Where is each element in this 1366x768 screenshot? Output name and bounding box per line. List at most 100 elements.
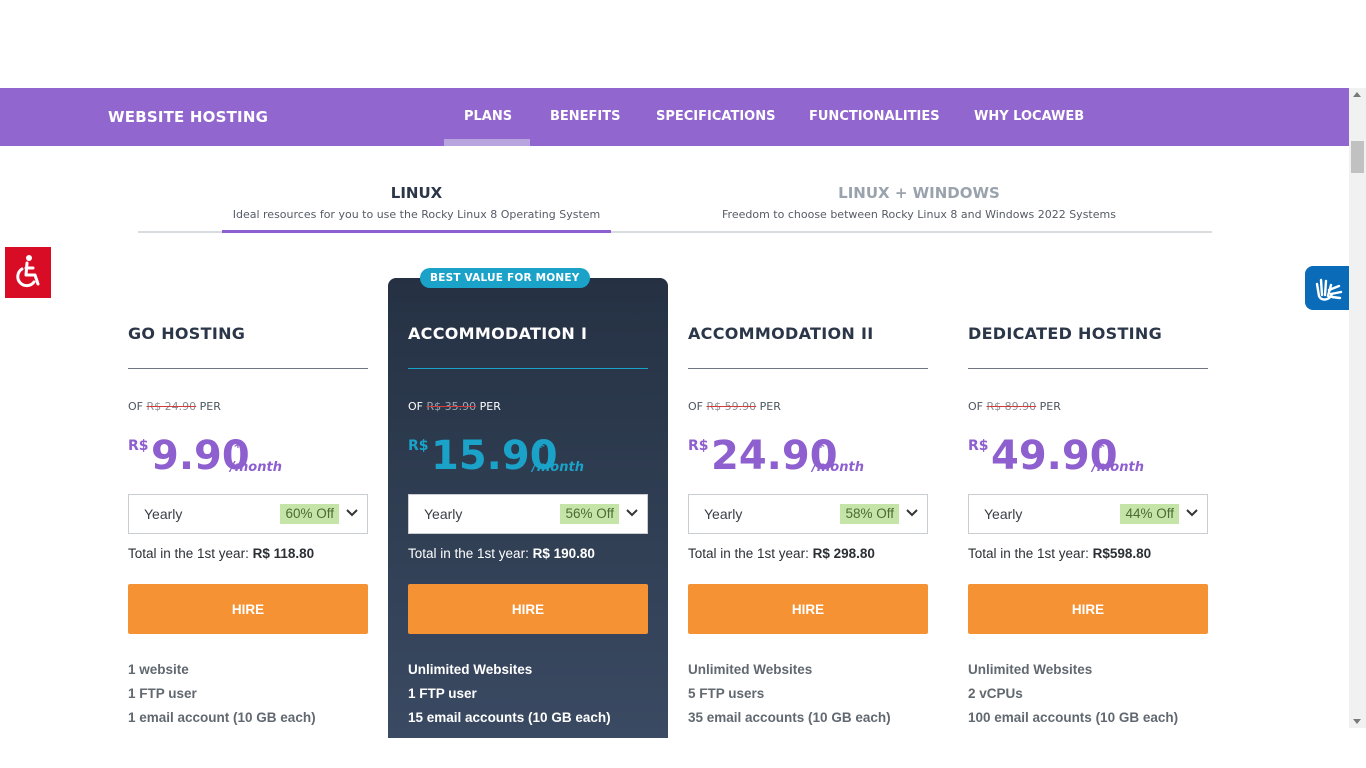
- original-price-prefix: OF: [408, 400, 423, 413]
- original-price: OF R$ 59.90 PER: [688, 400, 781, 413]
- feature-item: 100 email accounts (10 GB each): [968, 710, 1179, 725]
- feature-item: Unlimited Websites: [408, 662, 533, 677]
- price-asterisk: *: [1097, 438, 1105, 456]
- first-year-total-label: Total in the 1st year:: [408, 546, 529, 561]
- original-price: OF R$ 89.90 PER: [968, 400, 1061, 413]
- price-period: /month: [812, 460, 864, 475]
- original-price-prefix: OF: [128, 400, 143, 413]
- feature-list: Unlimited Websites 1 FTP user 15 email a…: [408, 658, 658, 730]
- original-price-suffix: PER: [479, 400, 501, 413]
- plan-divider: [688, 368, 928, 369]
- tab-active-indicator: [222, 230, 611, 233]
- first-year-total-value: R$ 118.80: [252, 546, 315, 561]
- nav-link-benefits[interactable]: BENEFITS: [550, 88, 621, 146]
- feature-item: 1 FTP user: [408, 686, 477, 701]
- billing-period-select[interactable]: Yearly 56% Off: [408, 494, 648, 534]
- feature-item: Unlimited Websites: [688, 662, 813, 677]
- plan-name: ACCOMMODATION I: [408, 324, 588, 343]
- original-price: OF R$ 24.90 PER: [128, 400, 221, 413]
- first-year-total-label: Total in the 1st year:: [128, 546, 249, 561]
- feature-item: 1 email account (10 GB each): [128, 710, 316, 725]
- plan-card-accommodation-i: BEST VALUE FOR MONEY ACCOMMODATION I OF …: [388, 268, 668, 738]
- billing-period-value: Yearly: [984, 506, 1023, 522]
- price-currency: R$: [128, 438, 149, 454]
- first-year-total: Total in the 1st year: R$598.80: [968, 546, 1151, 561]
- first-year-total: Total in the 1st year: R$ 298.80: [688, 546, 875, 561]
- plan-name: ACCOMMODATION II: [688, 324, 874, 343]
- plan-divider: [968, 368, 1208, 369]
- original-price-value: R$ 24.90: [146, 400, 197, 413]
- discount-badge: 60% Off: [280, 504, 339, 524]
- first-year-total-label: Total in the 1st year:: [688, 546, 809, 561]
- billing-period-select[interactable]: Yearly 44% Off: [968, 494, 1208, 534]
- feature-list: Unlimited Websites 5 FTP users 35 email …: [688, 658, 938, 730]
- nav-link-why-locaweb[interactable]: WHY LOCAWEB: [974, 88, 1084, 146]
- price-asterisk: *: [817, 438, 825, 456]
- billing-period-select[interactable]: Yearly 60% Off: [128, 494, 368, 534]
- plan-card-dedicated-hosting: DEDICATED HOSTING OF R$ 89.90 PER R$ 49.…: [948, 278, 1228, 738]
- original-price-suffix: PER: [199, 400, 221, 413]
- scrollbar-thumb[interactable]: [1351, 141, 1364, 173]
- feature-item: 1 website: [128, 662, 189, 677]
- original-price: OF R$ 35.90 PER: [408, 400, 501, 413]
- price-period: /month: [532, 460, 584, 475]
- first-year-total-label: Total in the 1st year:: [968, 546, 1089, 561]
- plan-card-go-hosting: GO HOSTING OF R$ 24.90 PER R$ 9.90 * /mo…: [108, 278, 388, 738]
- plan-divider: [408, 368, 648, 369]
- original-price-suffix: PER: [759, 400, 781, 413]
- sign-language-hands-icon: [1315, 278, 1343, 301]
- feature-item: 15 email accounts (10 GB each): [408, 710, 611, 725]
- nav-active-indicator: [444, 139, 530, 146]
- tab-linux-windows[interactable]: LINUX + WINDOWS Freedom to choose betwee…: [651, 183, 1187, 227]
- original-price-value: R$ 59.90: [706, 400, 757, 413]
- top-navigation-bar: WEBSITE HOSTING PLANS BENEFITS SPECIFICA…: [0, 88, 1349, 146]
- billing-period-value: Yearly: [144, 506, 183, 522]
- billing-period-value: Yearly: [424, 506, 463, 522]
- billing-period-value: Yearly: [704, 506, 743, 522]
- original-price-value: R$ 35.90: [426, 400, 477, 413]
- tab-linux-windows-subtitle: Freedom to choose between Rocky Linux 8 …: [722, 208, 1116, 221]
- price-period: /month: [1092, 460, 1144, 475]
- discount-badge: 44% Off: [1120, 504, 1179, 524]
- feature-item: 5 FTP users: [688, 686, 765, 701]
- feature-item: 2 vCPUs: [968, 686, 1023, 701]
- price-currency: R$: [968, 438, 989, 454]
- nav-link-functionalities[interactable]: FUNCTIONALITIES: [809, 88, 940, 146]
- original-price-prefix: OF: [688, 400, 703, 413]
- price-period: /month: [230, 460, 282, 475]
- plan-name: DEDICATED HOSTING: [968, 324, 1163, 343]
- chevron-down-icon: [906, 509, 918, 517]
- sign-language-widget-button[interactable]: [1305, 266, 1349, 310]
- brand-title[interactable]: WEBSITE HOSTING: [108, 88, 268, 146]
- price-asterisk: *: [234, 438, 242, 456]
- tab-linux[interactable]: LINUX Ideal resources for you to use the…: [222, 183, 611, 227]
- feature-list: Unlimited Websites 2 vCPUs 100 email acc…: [968, 658, 1218, 730]
- price-currency: R$: [408, 438, 429, 454]
- hire-button[interactable]: HIRE: [968, 584, 1208, 634]
- plan-name: GO HOSTING: [128, 324, 246, 343]
- discount-badge: 56% Off: [560, 504, 619, 524]
- hire-button[interactable]: HIRE: [688, 584, 928, 634]
- original-price-prefix: OF: [968, 400, 983, 413]
- accessibility-widget-button[interactable]: [5, 247, 51, 298]
- nav-link-specifications[interactable]: SPECIFICATIONS: [656, 88, 775, 146]
- first-year-total-value: R$ 298.80: [812, 546, 875, 561]
- plan-card-accommodation-ii: ACCOMMODATION II OF R$ 59.90 PER R$ 24.9…: [668, 278, 948, 738]
- tab-linux-subtitle: Ideal resources for you to use the Rocky…: [232, 208, 601, 221]
- scroll-down-arrow-icon[interactable]: [1353, 719, 1361, 724]
- price-currency: R$: [688, 438, 709, 454]
- tab-linux-title: LINUX: [390, 184, 443, 202]
- discount-badge: 58% Off: [840, 504, 899, 524]
- first-year-total-value: R$598.80: [1092, 546, 1152, 561]
- tab-linux-windows-title: LINUX + WINDOWS: [838, 184, 1000, 202]
- billing-period-select[interactable]: Yearly 58% Off: [688, 494, 928, 534]
- best-value-badge: BEST VALUE FOR MONEY: [420, 268, 590, 288]
- plan-divider: [128, 368, 368, 369]
- hire-button[interactable]: HIRE: [128, 584, 368, 634]
- price-asterisk: *: [537, 438, 545, 456]
- nav-link-plans[interactable]: PLANS: [464, 88, 512, 146]
- scroll-up-arrow-icon[interactable]: [1353, 92, 1361, 97]
- feature-list: 1 website 1 FTP user 1 email account (10…: [128, 658, 378, 730]
- vertical-scrollbar[interactable]: [1349, 88, 1366, 728]
- hire-button[interactable]: HIRE: [408, 584, 648, 634]
